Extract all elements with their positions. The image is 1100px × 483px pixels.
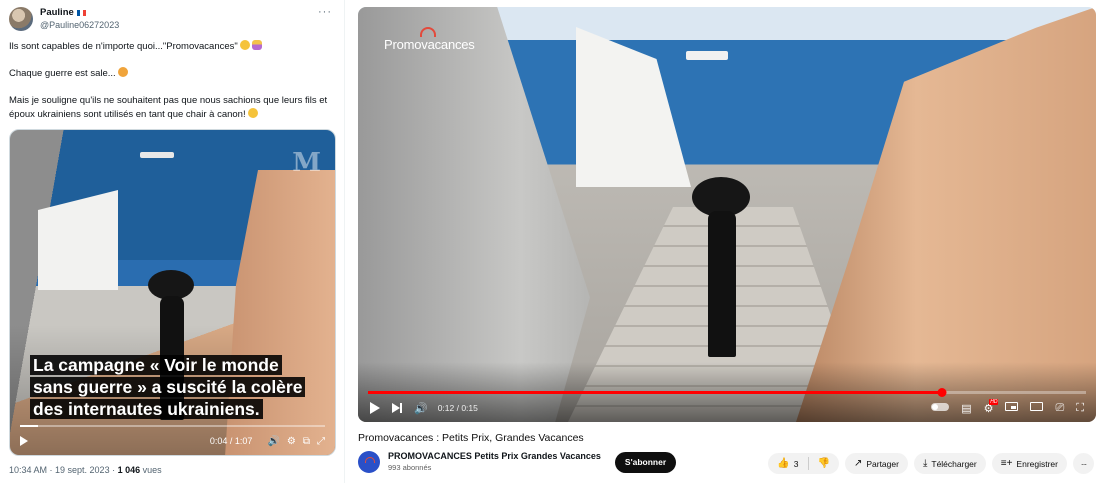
channel-avatar[interactable] <box>358 451 380 473</box>
thumbs-down-icon: 👎 <box>817 458 830 469</box>
save-playlist-icon: ≡+ <box>1000 458 1013 469</box>
tweet-video[interactable]: M La campagne « Voir le monde sans guerr… <box>9 129 336 456</box>
next-icon[interactable] <box>392 403 402 413</box>
miniplayer-icon[interactable] <box>1005 402 1019 414</box>
channel-row: PROMOVACANCES Petits Prix Grandes Vacanc… <box>358 451 677 473</box>
cast-icon[interactable]: ⎚ <box>1055 402 1064 415</box>
theater-mode-icon[interactable] <box>1030 402 1044 414</box>
like-button[interactable]: 👍 3 <box>768 453 807 474</box>
youtube-video[interactable]: Promovacances 🔊 0:12 / 0:15 ▤ ⚙ HD ⎚ ⛶ <box>358 7 1096 422</box>
save-button[interactable]: ≡+ Enregistrer <box>991 453 1067 474</box>
tweet-timestamp[interactable]: 10:34 AM · 19 sept. 2023 · <box>9 465 118 475</box>
woman-with-hat <box>692 177 752 357</box>
youtube-right-controls: ▤ ⚙ HD ⎚ ⛶ <box>931 398 1084 415</box>
tweet-text: Ils sont capables de n'importe quoi..."P… <box>9 40 334 135</box>
author-name[interactable]: Pauline <box>40 7 74 19</box>
tweet-paragraph-text: Chaque guerre est sale... <box>9 68 116 79</box>
like-count: 3 <box>793 458 799 469</box>
author-handle[interactable]: @Pauline06272023 <box>40 19 119 31</box>
author-avatar[interactable] <box>9 7 33 31</box>
tweet-views-count: 1 046 <box>117 465 141 475</box>
video-caption-text: La campagne « Voir le monde sans guerre … <box>30 355 306 419</box>
more-options-icon[interactable]: ··· <box>318 6 332 18</box>
download-label: Télécharger <box>931 458 977 469</box>
thumbs-up-icon: 👍 <box>777 458 790 469</box>
logo-text: Promovacances <box>384 37 475 52</box>
fullscreen-icon[interactable]: ⛶ <box>1076 402 1084 415</box>
youtube-panel: Promovacances 🔊 0:12 / 0:15 ▤ ⚙ HD ⎚ ⛶ Pr… <box>356 0 1100 483</box>
logo-swirl-icon <box>420 27 436 37</box>
share-button[interactable]: ↗ Partager <box>844 453 908 474</box>
tweet-paragraph-text: Ils sont capables de n'importe quoi..."P… <box>9 41 238 52</box>
author-name-row[interactable]: Pauline <box>40 7 119 19</box>
tweet-header: Pauline @Pauline06272023 <box>9 7 119 31</box>
grey-wall <box>358 7 590 422</box>
channel-info: PROMOVACANCES Petits Prix Grandes Vacanc… <box>388 451 601 473</box>
settings-icon[interactable]: ⚙ HD <box>984 398 999 415</box>
white-house <box>576 27 691 187</box>
settings-icon[interactable]: ⚙ <box>287 436 296 447</box>
dislike-button[interactable]: 👎 <box>809 453 839 474</box>
youtube-controls: 🔊 0:12 / 0:15 ▤ ⚙ HD ⎚ ⛶ <box>358 394 1096 422</box>
download-button[interactable]: ⤓ Télécharger <box>913 453 986 474</box>
subscribe-button[interactable]: S'abonner <box>614 451 677 473</box>
tweet-views-label: vues <box>140 465 162 475</box>
picture-in-picture-icon[interactable]: ⧉ <box>303 436 310 447</box>
share-label: Partager <box>866 458 899 469</box>
ferry-boat <box>140 152 174 158</box>
channel-name[interactable]: PROMOVACANCES Petits Prix Grandes Vacanc… <box>388 451 601 462</box>
france-flag-icon <box>76 10 86 16</box>
thinking-face-icon <box>239 40 250 50</box>
download-icon: ⤓ <box>922 458 928 469</box>
video-actions: 👍 3 👎 ↗ Partager ⤓ Télécharger ≡+ Enregistre… <box>768 453 1094 474</box>
white-house <box>38 190 118 290</box>
tweet-video-controls: 0:04 / 1:07 🔊 ⚙ ⧉ ⤢ <box>10 427 335 455</box>
tweet-paragraph: Chaque guerre est sale... <box>9 67 334 81</box>
youtube-time: 0:12 / 0:15 <box>437 403 478 413</box>
more-actions-button[interactable]: ··· <box>1073 453 1094 474</box>
volume-icon[interactable]: 🔊 <box>267 436 279 447</box>
le-monde-watermark: M <box>292 148 321 178</box>
disappointed-face-icon <box>117 67 128 77</box>
ferry-boat <box>686 51 728 60</box>
autoplay-toggle[interactable] <box>931 402 950 414</box>
tweet-paragraph: Mais je souligne qu'ils ne souhaitent pa… <box>9 94 334 121</box>
tweet: Pauline @Pauline06272023 ··· Ils sont ca… <box>0 0 345 483</box>
promovacances-logo: Promovacances <box>384 27 475 52</box>
tweet-paragraph-text: Mais je souligne qu'ils ne souhaitent pa… <box>9 95 328 120</box>
hd-badge: HD <box>989 398 999 405</box>
tweet-paragraph: Ils sont capables de n'importe quoi..."P… <box>9 40 334 54</box>
play-icon[interactable] <box>370 402 380 414</box>
fullscreen-icon[interactable]: ⤢ <box>317 436 325 447</box>
subscriber-count: 993 abonnés <box>388 463 432 472</box>
share-icon: ↗ <box>853 458 863 469</box>
volume-icon[interactable]: 🔊 <box>414 402 428 415</box>
play-icon[interactable] <box>20 436 28 446</box>
video-title: Promovacances : Petits Prix, Grandes Vac… <box>358 432 584 444</box>
tweet-video-time: 0:04 / 1:07 <box>209 436 253 446</box>
save-label: Enregistrer <box>1016 458 1058 469</box>
author-names: Pauline @Pauline06272023 <box>40 7 119 31</box>
tweet-footer: 10:34 AM · 19 sept. 2023 · 1 046 vues <box>9 465 162 475</box>
like-dislike-group: 👍 3 👎 <box>768 453 839 474</box>
relieved-face-icon <box>247 107 258 118</box>
ochre-wall <box>796 7 1096 422</box>
woman-shrugging-icon <box>251 40 262 50</box>
video-caption: La campagne « Voir le monde sans guerre … <box>30 354 320 420</box>
subtitles-icon[interactable]: ▤ <box>961 402 971 415</box>
